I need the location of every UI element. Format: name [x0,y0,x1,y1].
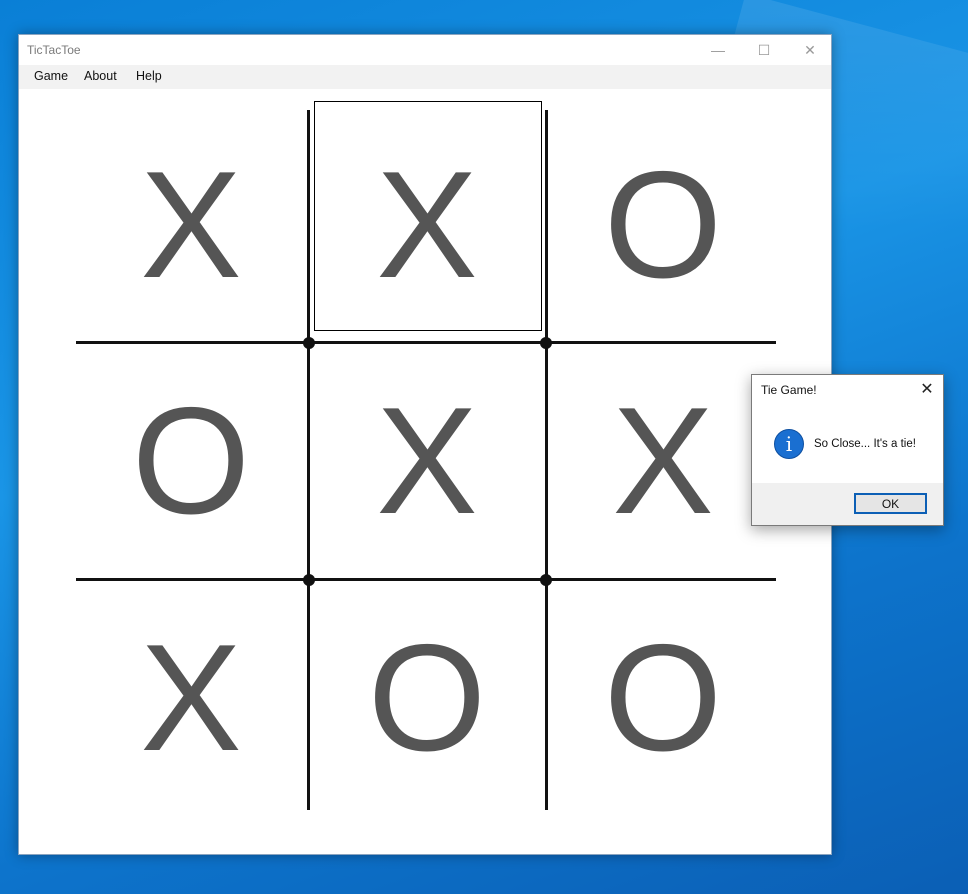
board-cell-6[interactable]: X [549,346,777,576]
minimize-button[interactable]: — [695,35,741,65]
board-cell-2[interactable]: X [311,110,543,340]
board-cell-9[interactable]: O [549,583,777,813]
tictactoe-window: TicTacToe — ☐ ✕ Game About Help X X O O … [18,34,832,855]
dialog-footer: OK [752,483,943,525]
board-cell-4[interactable]: O [76,346,306,576]
board-cell-3[interactable]: O [549,110,777,340]
board-cell-8[interactable]: O [311,583,543,813]
ok-button[interactable]: OK [854,493,927,514]
board-cell-7[interactable]: X [76,583,306,813]
grid-line-v1 [307,110,310,810]
titlebar: TicTacToe — ☐ ✕ [19,35,831,65]
dialog-close-icon[interactable]: ✕ [911,375,943,403]
menubar: Game About Help [19,65,831,89]
menu-about[interactable]: About [84,69,117,83]
menu-game[interactable]: Game [34,69,68,83]
close-button[interactable]: ✕ [787,35,833,65]
tie-game-dialog: Tie Game! ✕ i So Close... It's a tie! OK [751,374,944,526]
game-board: X X O O X X X O O [19,89,831,855]
dialog-title: Tie Game! [761,383,817,397]
menu-help[interactable]: Help [136,69,162,83]
board-cell-5[interactable]: X [311,346,543,576]
dialog-message: So Close... It's a tie! [814,438,916,450]
grid-line-h1 [76,341,776,344]
information-icon: i [774,429,804,459]
maximize-button[interactable]: ☐ [741,35,787,65]
grid-line-v2 [545,110,548,810]
window-title: TicTacToe [27,43,81,57]
grid-line-h2 [76,578,776,581]
board-cell-1[interactable]: X [76,110,306,340]
